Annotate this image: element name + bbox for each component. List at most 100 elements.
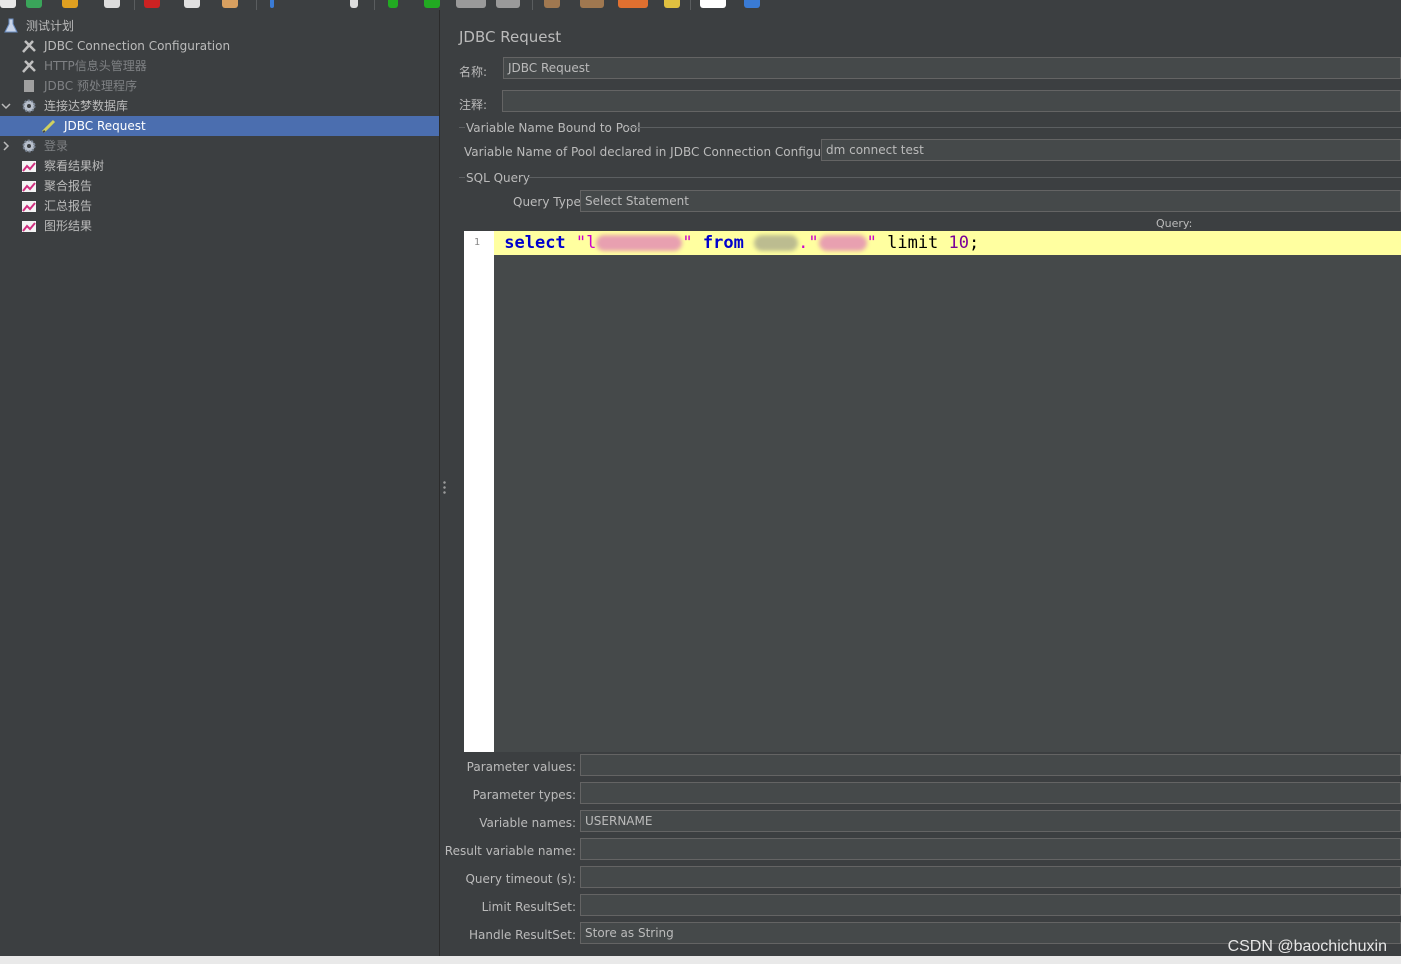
reset-search-icon[interactable] (664, 0, 680, 8)
split-pane-divider[interactable] (439, 10, 449, 956)
gear-icon (20, 138, 38, 154)
param-label-3: Result variable name: (444, 844, 576, 858)
tree-node-6[interactable]: 登录 (0, 136, 439, 156)
query-editor[interactable]: 1 select "l " from ." " limit 10; (464, 231, 1401, 752)
paste-icon[interactable] (222, 0, 238, 8)
tree-node-8[interactable]: 聚合报告 (0, 176, 439, 196)
redacted-schema (754, 235, 799, 251)
templates-icon[interactable] (26, 0, 42, 8)
tree-node-2[interactable]: HTTP信息头管理器 (0, 56, 439, 76)
pool-group-title: Variable Name Bound to Pool (466, 121, 641, 135)
keyword-select: select (504, 233, 566, 253)
cut-icon[interactable] (144, 0, 160, 8)
test-plan-tree: 测试计划 JDBC Connection Configuration HTTP信息头… (0, 10, 439, 956)
start-icon[interactable] (388, 0, 398, 8)
toggle-icon[interactable] (350, 0, 358, 8)
param-label-5: Limit ResultSet: (481, 900, 576, 914)
param-field-4[interactable] (580, 866, 1401, 888)
start-no-pause-icon[interactable] (424, 0, 440, 8)
help-icon[interactable] (744, 0, 760, 8)
string-quote-end: " (866, 233, 877, 253)
tree-node-label: JDBC 预处理程序 (44, 79, 137, 93)
status-strip (0, 956, 1401, 964)
line-number-gutter: 1 (464, 231, 494, 752)
clear-all-icon[interactable] (580, 0, 604, 8)
tree-node-label: 聚合报告 (44, 179, 93, 193)
param-field-5[interactable] (580, 894, 1401, 916)
stop-icon[interactable] (456, 0, 486, 8)
jdbc-request-panel: JDBC Request 名称: JDBC Request 注释: Variab… (445, 10, 1401, 956)
new-icon[interactable] (0, 0, 16, 8)
string-quote-close: " (682, 233, 693, 253)
script-icon (20, 78, 38, 94)
clear-icon[interactable] (544, 0, 560, 8)
keyword-limit: limit (887, 233, 939, 253)
query-type-label: Query Type: (513, 195, 585, 209)
name-field[interactable]: JDBC Request (503, 57, 1401, 79)
semicolon: ; (969, 233, 980, 253)
tree-node-label: 图形结果 (44, 219, 93, 233)
tree-node-label: JDBC Request (64, 119, 146, 133)
tree-node-4[interactable]: 连接达梦数据库 (0, 96, 439, 116)
param-label-6: Handle ResultSet: (469, 928, 576, 942)
watermark-text: CSDN @baochichuxin (1227, 938, 1387, 955)
chart-icon (20, 198, 38, 214)
param-label-4: Query timeout (s): (465, 872, 576, 886)
tree-node-3[interactable]: JDBC 预处理程序 (0, 76, 439, 96)
toolbar (0, 0, 1401, 10)
param-field-2[interactable]: USERNAME (580, 810, 1401, 832)
open-icon[interactable] (62, 0, 78, 8)
tree-node-5[interactable]: JDBC Request (0, 116, 439, 136)
param-field-1[interactable] (580, 782, 1401, 804)
query-type-select[interactable]: Select Statement (580, 190, 1401, 212)
tree-node-9[interactable]: 汇总报告 (0, 196, 439, 216)
tree-node-7[interactable]: 察看结果树 (0, 156, 439, 176)
function-helper-icon[interactable] (700, 0, 726, 8)
tree-node-label: 测试计划 (26, 19, 75, 33)
shutdown-icon[interactable] (496, 0, 520, 8)
pen-icon (40, 118, 58, 134)
keyword-from: from (702, 233, 744, 253)
string-quote: " (575, 233, 587, 253)
chart-icon (20, 158, 38, 174)
search-icon[interactable] (618, 0, 648, 8)
query-label: Query: (1156, 217, 1193, 230)
tree-node-label: 连接达梦数据库 (44, 99, 129, 113)
flask-icon (2, 18, 20, 34)
redacted-column (596, 235, 683, 251)
expand-icon[interactable] (270, 0, 274, 8)
wrench-icon (20, 58, 38, 74)
copy-icon[interactable] (184, 0, 200, 8)
string-dot-quote: ." (798, 233, 819, 253)
pool-label: Variable Name of Pool declared in JDBC C… (464, 145, 861, 159)
wrench-icon (20, 38, 38, 54)
tree-node-label: 汇总报告 (44, 199, 93, 213)
chart-icon (20, 178, 38, 194)
tree-node-1[interactable]: JDBC Connection Configuration (0, 36, 439, 56)
tree-node-0[interactable]: 测试计划 (0, 16, 439, 36)
tree-node-10[interactable]: 图形结果 (0, 216, 439, 236)
limit-number: 10 (948, 233, 970, 253)
save-icon[interactable] (104, 0, 120, 8)
name-label: 名称: (459, 65, 488, 79)
param-field-0[interactable] (580, 754, 1401, 776)
panel-title: JDBC Request (459, 28, 562, 46)
param-label-2: Variable names: (479, 816, 576, 830)
comment-field[interactable] (502, 90, 1401, 112)
tree-node-label: 登录 (44, 139, 69, 153)
code-line[interactable]: select "l " from ." " limit 10; (494, 231, 1401, 255)
tree-node-label: JDBC Connection Configuration (44, 39, 231, 53)
sql-query-group-title: SQL Query (466, 171, 531, 185)
param-label-0: Parameter values: (466, 760, 576, 774)
pool-name-field[interactable]: dm connect test (821, 139, 1401, 161)
gear-icon (20, 98, 38, 114)
redacted-table (818, 235, 867, 251)
comment-label: 注释: (459, 98, 488, 112)
param-field-3[interactable] (580, 838, 1401, 860)
string-partial: l (586, 233, 597, 253)
tree-node-label: HTTP信息头管理器 (44, 59, 147, 73)
chart-icon (20, 218, 38, 234)
param-label-1: Parameter types: (472, 788, 576, 802)
line-number: 1 (474, 237, 481, 248)
tree-node-label: 察看结果树 (44, 159, 105, 173)
